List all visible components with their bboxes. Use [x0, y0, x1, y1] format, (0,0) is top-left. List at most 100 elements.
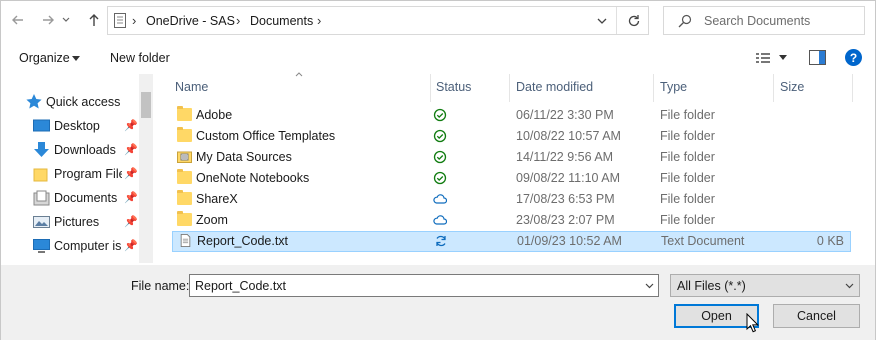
new-folder-button[interactable]: New folder: [110, 51, 170, 65]
file-name: ShareX: [196, 192, 238, 206]
documents-icon: [33, 190, 50, 206]
nav-item-program-files[interactable]: Program File 📌: [1, 163, 139, 185]
back-button[interactable]: [7, 9, 29, 31]
column-divider[interactable]: [653, 74, 654, 102]
pin-icon: 📌: [124, 216, 138, 228]
up-button[interactable]: [83, 9, 105, 31]
breadcrumb-separator: ›: [132, 13, 137, 28]
file-row[interactable]: ShareX 17/08/23 6:53 PM File folder: [172, 189, 851, 210]
file-type: File folder: [660, 171, 715, 185]
column-divider[interactable]: [430, 74, 431, 102]
forward-arrow-icon: [43, 15, 54, 25]
chevron-down-icon: [845, 283, 854, 289]
search-box[interactable]: Search Documents: [663, 6, 865, 35]
file-name: Custom Office Templates: [196, 129, 336, 143]
file-row[interactable]: My Data Sources 14/11/22 9:56 AM File fo…: [172, 147, 851, 168]
breadcrumb-separator: ›: [236, 13, 241, 28]
folder-icon: [33, 168, 48, 182]
column-divider[interactable]: [773, 74, 774, 102]
nav-scrollbar-thumb[interactable]: [141, 92, 151, 118]
file-type: File folder: [660, 213, 715, 227]
file-row[interactable]: Custom Office Templates 10/08/22 10:57 A…: [172, 126, 851, 147]
chevron-down-icon: [62, 17, 70, 22]
file-type-select[interactable]: All Files (*.*): [670, 274, 860, 297]
file-date: 09/08/22 11:10 AM: [516, 171, 621, 185]
nav-item-documents[interactable]: Documents 📌: [1, 187, 139, 209]
help-icon[interactable]: ?: [845, 49, 862, 66]
column-divider[interactable]: [509, 74, 510, 102]
nav-item-computer[interactable]: Computer is 📌: [1, 235, 139, 257]
nav-scrollbar[interactable]: [139, 74, 153, 263]
synced-check-icon: [433, 171, 447, 185]
pin-icon: 📌: [124, 240, 138, 252]
forward-button[interactable]: [37, 9, 59, 31]
cancel-button[interactable]: Cancel: [773, 304, 860, 328]
breadcrumb-documents[interactable]: Documents: [250, 14, 313, 28]
file-row[interactable]: Zoom 23/08/23 2:07 PM File folder: [172, 210, 851, 231]
data-sources-folder-icon: [177, 151, 192, 163]
column-header-name[interactable]: Name: [175, 80, 208, 94]
file-name: My Data Sources: [196, 150, 292, 164]
folder-icon: [177, 211, 192, 226]
column-header-date-modified[interactable]: Date modified: [516, 80, 593, 94]
svg-text:?: ?: [850, 51, 857, 65]
nav-item-desktop[interactable]: Desktop 📌: [1, 115, 139, 137]
view-options-icon[interactable]: [755, 51, 771, 65]
file-type: File folder: [660, 129, 715, 143]
file-name: Zoom: [196, 213, 228, 227]
organize-button[interactable]: Organize: [19, 51, 70, 65]
file-date: 23/08/23 2:07 PM: [516, 213, 615, 227]
pin-icon: 📌: [124, 120, 138, 132]
search-icon: [678, 14, 692, 28]
refresh-icon[interactable]: [627, 14, 641, 28]
folder-icon: [177, 169, 192, 184]
file-type: File folder: [660, 192, 715, 206]
file-name: Adobe: [196, 108, 233, 122]
recent-locations-button[interactable]: [59, 9, 73, 31]
nav-item-downloads[interactable]: Downloads 📌: [1, 139, 139, 161]
nav-label: Documents: [54, 191, 118, 205]
file-date: 17/08/23 6:53 PM: [516, 192, 615, 206]
column-header-type[interactable]: Type: [660, 80, 687, 94]
file-row[interactable]: Adobe 06/11/22 3:30 PM File folder: [172, 105, 851, 126]
column-header-size[interactable]: Size: [780, 80, 804, 94]
file-type: File folder: [660, 108, 715, 122]
nav-label: Downloads: [54, 143, 116, 157]
file-date: 10/08/22 10:57 AM: [516, 129, 621, 143]
preview-pane-icon[interactable]: [809, 50, 826, 65]
file-name-label: File name:: [131, 279, 190, 293]
file-row[interactable]: OneNote Notebooks 09/08/22 11:10 AM File…: [172, 168, 851, 189]
file-size: 0 KB: [816, 234, 844, 248]
search-placeholder: Search Documents: [704, 14, 811, 28]
up-arrow-icon: [89, 14, 99, 26]
location-icon: [114, 13, 126, 28]
nav-item-pictures[interactable]: Pictures 📌: [1, 211, 139, 233]
nav-item-quick-access[interactable]: Quick access: [1, 91, 139, 113]
address-bar[interactable]: › OneDrive - SAS › Documents ›: [107, 6, 649, 35]
column-header-status[interactable]: Status: [436, 80, 471, 94]
organize-chevron-icon: [72, 56, 80, 61]
chevron-down-icon[interactable]: [645, 283, 654, 289]
star-icon: [26, 94, 42, 109]
file-row-selected[interactable]: Report_Code.txt 01/09/23 10:52 AM Text D…: [172, 231, 851, 252]
file-type: File folder: [660, 150, 715, 164]
file-date: 06/11/22 3:30 PM: [516, 108, 614, 122]
pictures-icon: [33, 216, 50, 228]
computer-icon: [33, 239, 50, 253]
sort-ascending-icon: [295, 72, 303, 77]
address-dropdown-icon[interactable]: [597, 18, 607, 25]
breadcrumb-onedrive[interactable]: OneDrive - SAS: [146, 14, 235, 28]
text-file-icon: [180, 234, 191, 247]
navigation-pane: Quick access Desktop 📌 Downloads 📌 Progr…: [1, 73, 153, 264]
file-date: 14/11/22 9:56 AM: [516, 150, 614, 164]
view-dropdown-icon[interactable]: [779, 55, 787, 60]
pin-icon: 📌: [124, 168, 138, 180]
synced-check-icon: [433, 108, 447, 122]
synced-check-icon: [433, 150, 447, 164]
column-divider[interactable]: [852, 74, 853, 102]
nav-label: Quick access: [46, 95, 121, 109]
syncing-icon: [436, 235, 446, 247]
nav-label: Desktop: [54, 119, 100, 133]
pin-icon: 📌: [124, 144, 138, 156]
file-name-input[interactable]: Report_Code.txt: [189, 274, 659, 297]
